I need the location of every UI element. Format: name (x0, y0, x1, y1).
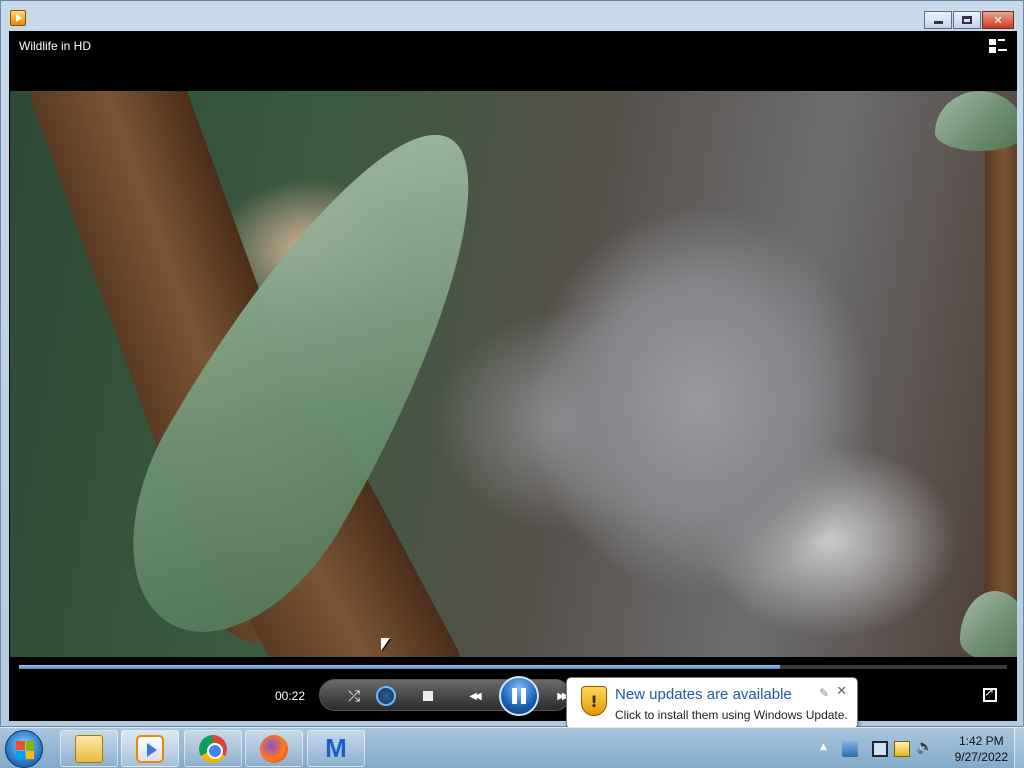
close-icon[interactable]: ✕ (836, 684, 847, 699)
media-player-app-icon[interactable] (10, 10, 26, 26)
switch-to-library-icon[interactable] (989, 39, 1007, 55)
network-icon[interactable] (872, 741, 888, 757)
show-desktop-button[interactable] (1014, 728, 1024, 768)
taskbar-windows-media-player[interactable] (121, 730, 179, 767)
mouse-cursor (381, 638, 390, 651)
taskbar-windows-explorer[interactable] (60, 730, 118, 767)
fullscreen-icon[interactable] (983, 685, 997, 702)
shuffle-button[interactable]: ⤮ (344, 686, 364, 706)
maximize-button[interactable] (953, 11, 981, 29)
stop-icon (423, 691, 433, 701)
title-bar[interactable]: ✕ (1, 1, 1023, 31)
media-player-window: ✕ Wildlife in HD 00:22 ⤮ ◀◀ ▶▶ ↗ (0, 0, 1024, 727)
windows-update-icon[interactable] (842, 741, 858, 757)
start-button[interactable] (5, 730, 43, 768)
notification-text[interactable]: Click to install them using Windows Upda… (615, 708, 848, 722)
system-tray: ▲ 🔊 1:42 PM 9/27/2022 (814, 728, 1024, 768)
media-player-icon (136, 734, 164, 763)
rewind-icon: ◀◀ (469, 690, 482, 702)
taskbar-malwarebytes[interactable]: M (307, 730, 365, 767)
malwarebytes-icon: M (325, 733, 347, 763)
firefox-icon (260, 734, 288, 763)
seek-bar[interactable] (19, 665, 1007, 669)
shield-warning-icon: ! (581, 686, 607, 716)
repeat-button[interactable] (376, 686, 396, 706)
window-controls: ✕ (924, 11, 1014, 29)
video-frame[interactable] (10, 91, 1017, 657)
elapsed-time: 00:22 (275, 689, 306, 703)
options-icon[interactable]: ✎ (819, 686, 829, 700)
leaf (960, 591, 1017, 657)
close-icon: ✕ (993, 13, 1003, 27)
notification-title[interactable]: New updates are available (615, 686, 792, 703)
minimize-button[interactable] (924, 11, 952, 29)
shuffle-icon: ⤮ (347, 687, 360, 705)
now-playing-area: Wildlife in HD 00:22 ⤮ ◀◀ ▶▶ (9, 31, 1017, 721)
stop-button[interactable] (418, 686, 438, 706)
folder-icon (75, 734, 103, 763)
seek-progress (19, 665, 780, 669)
playback-controls: ⤮ ◀◀ ▶▶ (319, 676, 571, 716)
pause-button[interactable] (499, 676, 539, 716)
update-notification-balloon[interactable]: ! New updates are available Click to ins… (566, 677, 858, 738)
clock[interactable]: 1:42 PM 9/27/2022 (955, 733, 1008, 765)
leaf (935, 91, 1017, 151)
clock-time: 1:42 PM (958, 734, 1004, 748)
minimize-icon (933, 21, 943, 24)
video-title: Wildlife in HD (19, 39, 92, 53)
taskbar-google-chrome[interactable] (184, 730, 242, 767)
taskbar-firefox[interactable] (245, 730, 303, 767)
previous-button[interactable]: ◀◀ (460, 686, 488, 706)
maximize-icon (962, 16, 972, 24)
volume-icon[interactable]: 🔊 (916, 739, 933, 755)
chrome-icon (199, 734, 227, 763)
taskbar: M ▲ 🔊 1:42 PM 9/27/2022 (0, 727, 1024, 768)
tree-branch (985, 131, 1017, 657)
action-center-flag-icon[interactable] (894, 741, 910, 757)
pause-icon (512, 688, 517, 704)
show-hidden-icons-icon[interactable]: ▲ (820, 742, 827, 752)
clock-date: 9/27/2022 (954, 750, 1008, 764)
close-button[interactable]: ✕ (982, 11, 1014, 29)
windows-logo-icon (16, 741, 34, 759)
